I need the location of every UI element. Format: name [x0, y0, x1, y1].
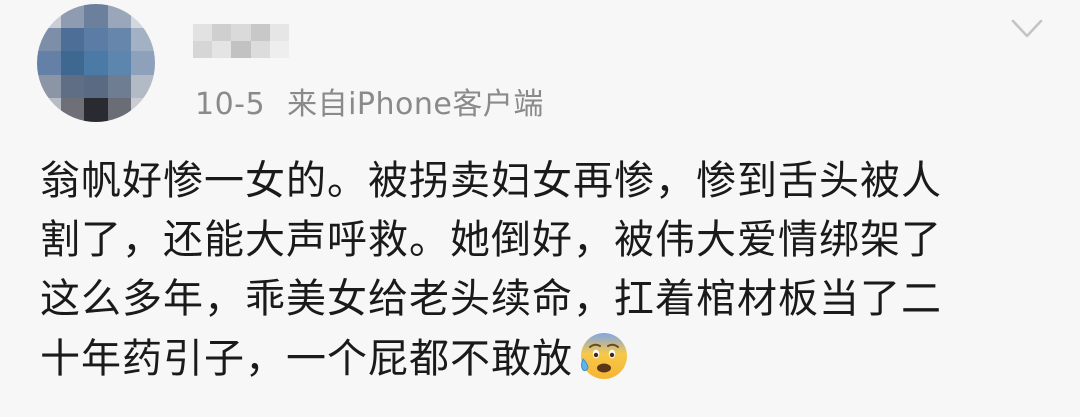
- post-source: 来自iPhone客户端: [287, 87, 544, 122]
- anxious-face-with-sweat-icon: [581, 333, 627, 379]
- avatar[interactable]: [37, 4, 155, 122]
- post-line-1: 翁帆好惨一女的。被拐卖妇女再惨，惨到舌头被人: [40, 158, 942, 204]
- post-line-2: 割了，还能大声呼救。她倒好，被伟大爱情绑架了: [40, 217, 942, 263]
- post-date: 10-5: [195, 87, 266, 122]
- chevron-down-icon[interactable]: [1011, 18, 1043, 40]
- username[interactable]: [193, 24, 289, 58]
- post-line-3: 这么多年，乖美女给老头续命，扛着棺材板当了二: [40, 276, 942, 322]
- post-line-4: 十年药引子，一个屁都不敢放: [40, 336, 573, 382]
- post-meta: 10-5 来自iPhone客户端: [195, 79, 544, 123]
- post-body: 翁帆好惨一女的。被拐卖妇女再惨，惨到舌头被人 割了，还能大声呼救。她倒好，被伟大…: [40, 152, 1050, 389]
- weibo-post-card: 10-5 来自iPhone客户端 翁帆好惨一女的。被拐卖妇女再惨，惨到舌头被人 割…: [0, 0, 1080, 417]
